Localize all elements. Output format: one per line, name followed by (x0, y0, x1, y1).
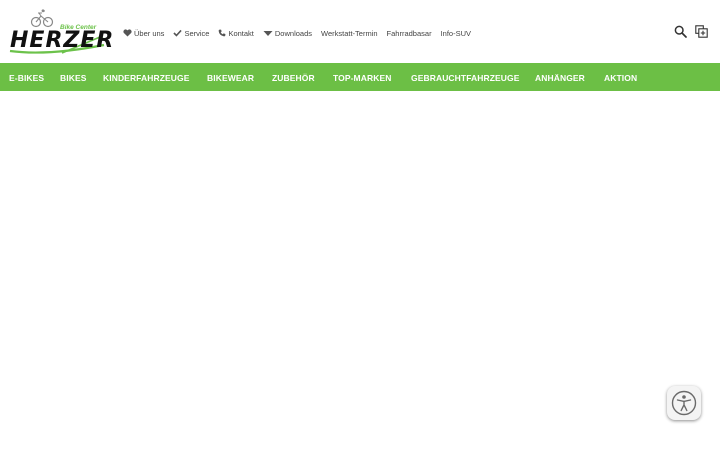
mainnav-gebrauchtfahrzeuge[interactable]: GEBRAUCHTFAHRZEUGE (411, 73, 520, 83)
mainnav-zubehoer[interactable]: ZUBEHÖR (272, 73, 315, 83)
mainnav-e-bikes[interactable]: E-BIKES (9, 73, 44, 83)
topnav-label: Downloads (274, 28, 312, 38)
mainnav-anhaenger[interactable]: ANHÄNGER (535, 73, 585, 83)
check-icon (173, 29, 183, 37)
topnav-label: Info-SUV (440, 28, 472, 38)
topnav-kontakt[interactable]: Kontakt (218, 28, 254, 38)
mainnav-aktion[interactable]: AKTION (604, 73, 637, 83)
logo[interactable]: Bike Center HERZER (8, 9, 113, 55)
topnav-fahrradbasar[interactable]: Fahrradbasar (387, 29, 432, 38)
topnav-label: Fahrradbasar (386, 28, 432, 38)
main-content (0, 91, 720, 450)
mainnav-bikes[interactable]: BIKES (60, 73, 86, 83)
topnav-label: Werkstatt-Termin (321, 28, 378, 38)
mainnav-top-marken[interactable]: TOP-MARKEN (333, 73, 391, 83)
topnav-ueber-uns[interactable]: Über uns (123, 29, 164, 38)
topnav-label: Über uns (134, 28, 165, 38)
topnav-service[interactable]: Service (173, 29, 209, 38)
mainnav-bikewear[interactable]: BIKEWEAR (207, 73, 254, 83)
logo-brand: HERZER (10, 28, 115, 53)
phone-icon (219, 29, 226, 37)
heart-icon (123, 29, 132, 37)
search-icon[interactable] (674, 25, 687, 38)
accessibility-icon (671, 390, 697, 416)
top-navigation: Über uns Service Kontakt Downloads Werks… (123, 26, 480, 40)
topnav-werkstatt-termin[interactable]: Werkstatt-Termin (321, 29, 378, 38)
topnav-label: Service (184, 28, 210, 38)
mainnav-kinderfahrzeuge[interactable]: KINDERFAHRZEUGE (103, 73, 190, 83)
topnav-label: Kontakt (228, 28, 254, 38)
main-navigation: E-BIKES BIKES KINDERFAHRZEUGE BIKEWEAR Z… (0, 63, 720, 91)
compare-icon[interactable] (695, 25, 708, 38)
caret-down-icon (263, 30, 273, 36)
topnav-downloads[interactable]: Downloads (263, 29, 312, 38)
topnav-info-suv[interactable]: Info-SUV (441, 29, 471, 38)
header: Bike Center HERZER Über uns Service Kont… (0, 0, 720, 63)
accessibility-button[interactable] (667, 386, 701, 420)
